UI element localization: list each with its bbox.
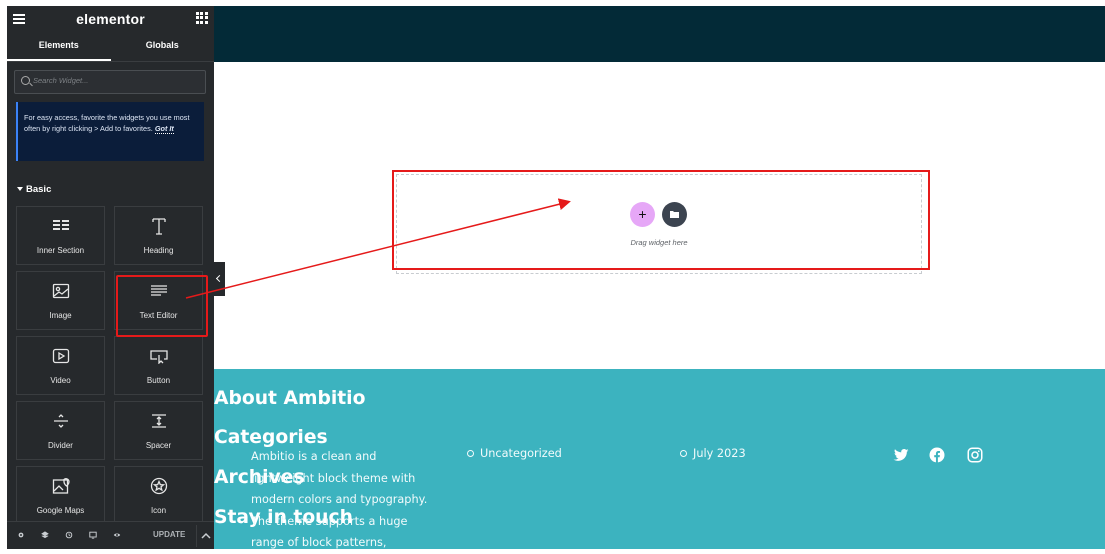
category-link-label: Uncategorized: [480, 447, 562, 460]
twitter-icon[interactable]: [892, 446, 910, 464]
instagram-icon[interactable]: [966, 446, 984, 464]
about-text: Ambitio is a clean and lightweight block…: [251, 450, 428, 549]
archive-link[interactable]: July 2023: [680, 447, 746, 460]
facebook-icon[interactable]: [928, 446, 946, 464]
category-link[interactable]: Uncategorized: [467, 447, 562, 460]
about-heading: About Ambitio: [214, 387, 366, 409]
site-footer: About Ambitio Ambitio is a clean and lig…: [214, 369, 1105, 549]
archive-link-label: July 2023: [693, 447, 746, 460]
bullet-icon: [467, 449, 474, 457]
bullet-icon: [680, 449, 687, 457]
